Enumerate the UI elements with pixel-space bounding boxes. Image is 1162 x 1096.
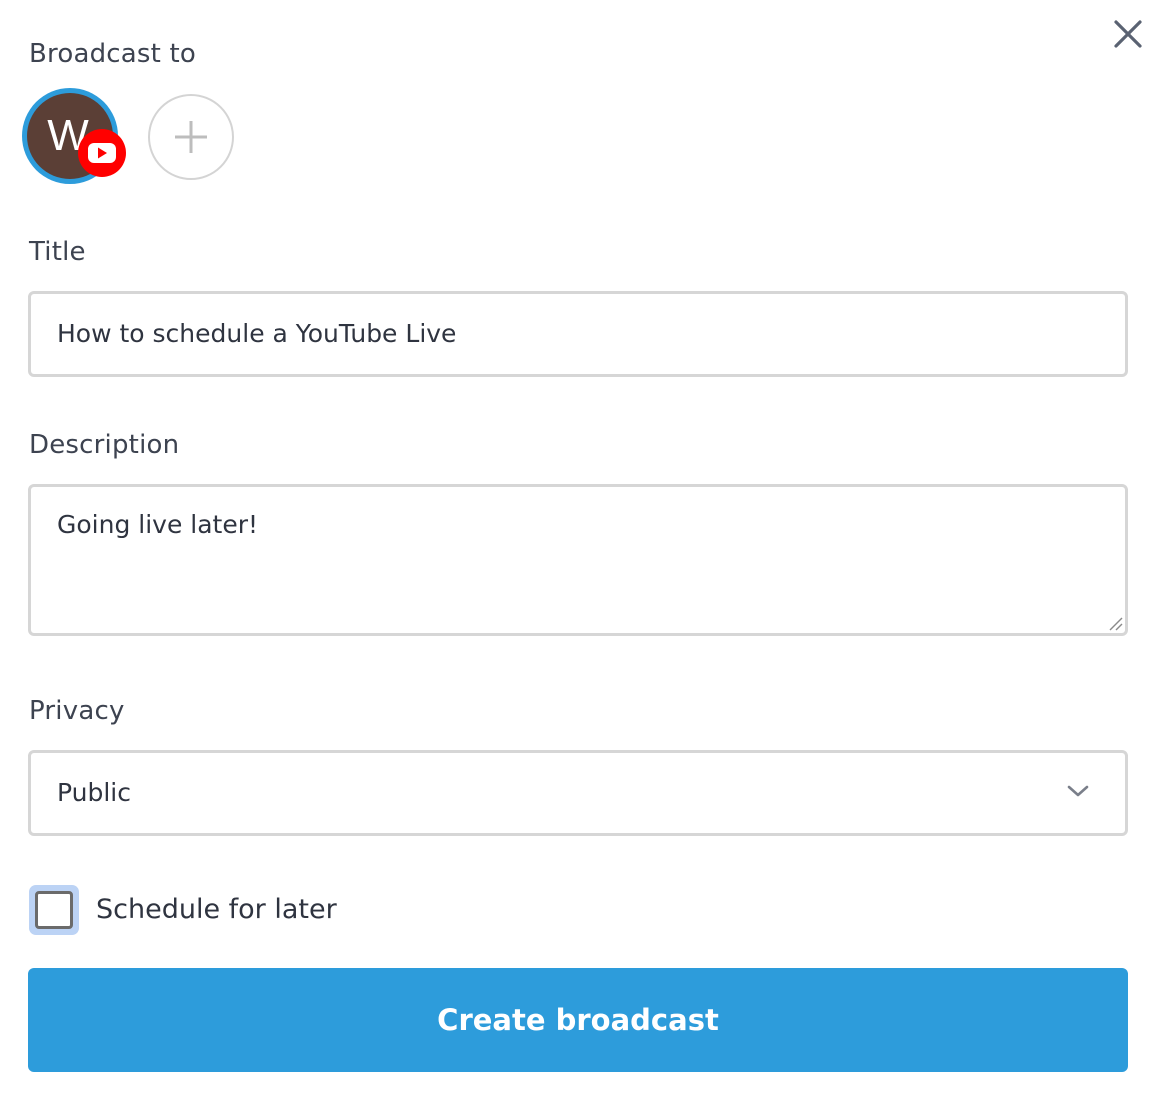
description-textarea[interactable]: Going live later! xyxy=(28,484,1128,636)
plus-icon xyxy=(175,121,207,153)
account-selector: W xyxy=(22,88,262,184)
close-icon xyxy=(1114,20,1142,48)
privacy-select[interactable]: Public xyxy=(28,750,1128,836)
title-input-value: How to schedule a YouTube Live xyxy=(57,319,457,348)
add-account-button[interactable] xyxy=(148,94,234,180)
title-label: Title xyxy=(29,237,86,267)
title-input[interactable]: How to schedule a YouTube Live xyxy=(28,291,1128,377)
broadcast-to-label: Broadcast to xyxy=(29,39,197,69)
schedule-for-later-checkbox[interactable] xyxy=(29,885,79,935)
account-avatar-selected[interactable]: W xyxy=(22,88,126,184)
schedule-for-later-label[interactable]: Schedule for later xyxy=(96,893,337,927)
chevron-down-icon xyxy=(1067,785,1089,797)
privacy-label: Privacy xyxy=(29,696,125,726)
description-label: Description xyxy=(29,430,180,460)
description-textarea-value: Going live later! xyxy=(57,510,259,539)
youtube-icon xyxy=(78,129,126,177)
create-broadcast-button[interactable]: Create broadcast xyxy=(28,968,1128,1072)
resize-handle-icon[interactable] xyxy=(1107,615,1123,631)
close-button[interactable] xyxy=(1108,14,1148,54)
checkbox-box xyxy=(35,891,73,929)
privacy-selected-value: Public xyxy=(57,778,131,807)
